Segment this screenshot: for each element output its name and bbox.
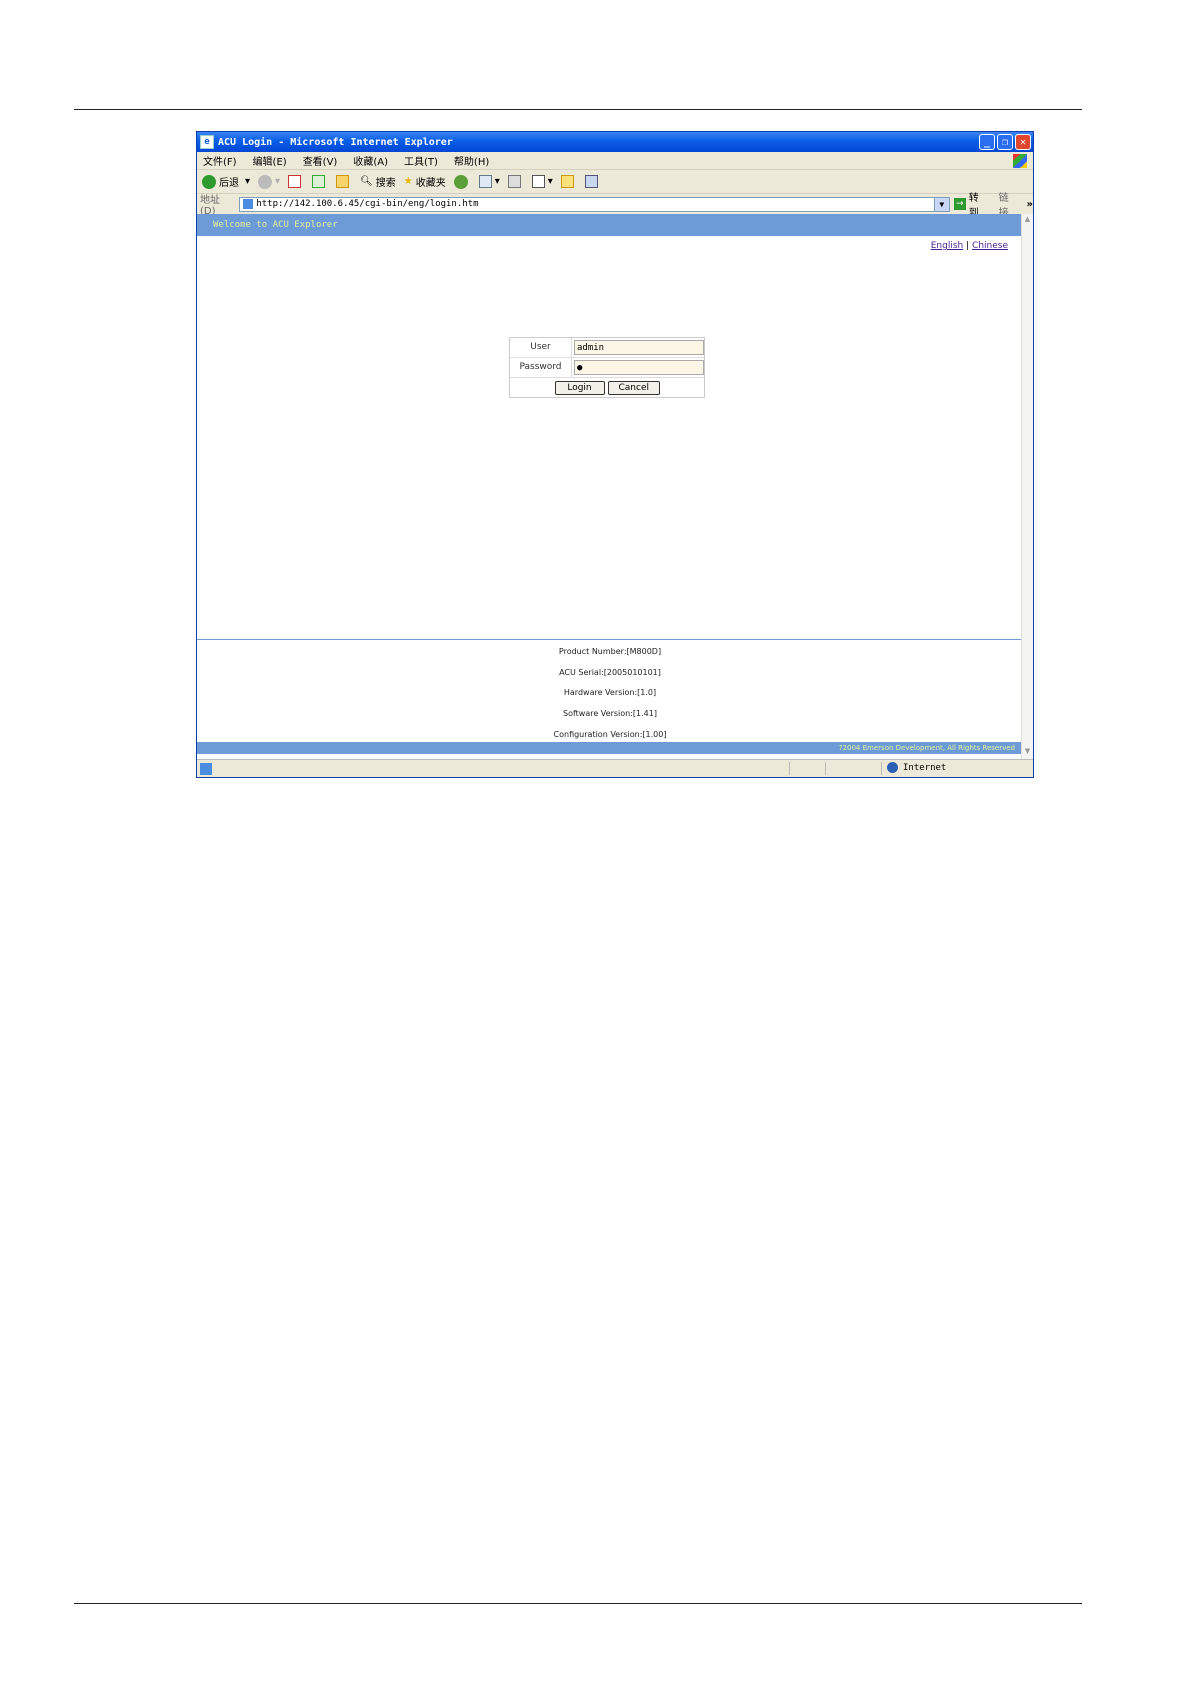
- messenger-icon: [584, 175, 598, 188]
- acu-serial: ACU Serial:[2005010101]: [559, 668, 661, 677]
- language-switcher: English | Chinese: [931, 241, 1008, 251]
- ie-page-icon: e: [200, 135, 214, 149]
- password-label: Password: [510, 358, 572, 377]
- search-icon: 🔍︎: [360, 176, 373, 187]
- maximize-button[interactable]: ❐: [997, 134, 1013, 150]
- menu-help[interactable]: 帮助(H): [454, 153, 489, 168]
- menu-file[interactable]: 文件(F): [203, 153, 237, 168]
- messenger-button[interactable]: [584, 175, 601, 188]
- menu-view[interactable]: 查看(V): [303, 153, 338, 168]
- welcome-banner: Welcome to ACU Explorer: [197, 214, 1023, 236]
- discuss-button[interactable]: [560, 175, 577, 188]
- lang-chinese-link[interactable]: Chinese: [972, 241, 1008, 251]
- password-input[interactable]: [574, 360, 704, 375]
- edit-dropdown-icon: ▾: [547, 176, 553, 187]
- window-title: ACU Login - Microsoft Internet Explorer: [218, 136, 453, 148]
- user-row: User: [510, 338, 704, 358]
- software-version: Software Version:[1.41]: [563, 709, 657, 718]
- scroll-up-icon[interactable]: ▲: [1022, 215, 1033, 226]
- edit-button[interactable]: ▾: [531, 175, 553, 188]
- go-arrow-icon: →: [953, 198, 966, 210]
- search-button[interactable]: 🔍︎ 搜索: [360, 174, 396, 189]
- status-bar: Internet: [197, 759, 1033, 777]
- refresh-button[interactable]: [312, 175, 328, 188]
- login-button[interactable]: Login: [554, 381, 605, 395]
- back-dropdown-icon: ▾: [245, 176, 251, 187]
- print-button[interactable]: [507, 175, 524, 188]
- product-number: Product Number:[M800D]: [558, 647, 662, 656]
- address-field[interactable]: http://142.100.6.45/cgi-bin/eng/login.ht…: [239, 196, 950, 212]
- links-chevron-icon[interactable]: »: [1027, 199, 1033, 210]
- footer-divider: [197, 639, 1023, 640]
- cancel-button[interactable]: Cancel: [607, 381, 660, 395]
- forward-arrow-icon: [258, 174, 273, 189]
- globe-icon: [887, 762, 898, 773]
- document-bottom-rule: [74, 1603, 1082, 1604]
- home-button[interactable]: [336, 175, 352, 188]
- page-icon: [243, 199, 254, 209]
- login-form: User Password Login Cancel: [509, 337, 705, 398]
- menu-edit[interactable]: 编辑(E): [253, 153, 287, 168]
- history-icon: [453, 174, 468, 189]
- menu-tools[interactable]: 工具(T): [404, 153, 438, 168]
- forward-button[interactable]: ▾: [258, 174, 281, 189]
- forward-dropdown-icon: ▾: [275, 176, 281, 187]
- refresh-icon: [312, 175, 326, 188]
- user-input[interactable]: [574, 340, 704, 355]
- menu-favorites[interactable]: 收藏(A): [353, 153, 388, 168]
- back-button[interactable]: 后退 ▾: [202, 174, 250, 189]
- print-icon: [507, 175, 521, 188]
- toolbar: 后退 ▾ ▾ 🔍︎ 搜索 ★ 收藏夹 ▾ ▾: [197, 170, 1033, 194]
- status-divider: [789, 762, 790, 775]
- user-label: User: [510, 338, 572, 357]
- login-buttons: Login Cancel: [510, 378, 704, 398]
- copyright-banner: ?2004 Emerson Development, All Rights Re…: [197, 742, 1023, 754]
- lang-english-link[interactable]: English: [931, 241, 964, 251]
- password-row: Password: [510, 358, 704, 378]
- star-icon: ★: [403, 176, 413, 187]
- stop-button[interactable]: [288, 175, 304, 188]
- stop-icon: [288, 175, 302, 188]
- minimize-button[interactable]: _: [979, 134, 995, 150]
- scroll-down-icon[interactable]: ▼: [1022, 747, 1033, 758]
- edit-icon: [531, 175, 545, 188]
- menu-bar: 文件(F) 编辑(E) 查看(V) 收藏(A) 工具(T) 帮助(H): [197, 152, 1033, 170]
- favorites-button[interactable]: ★ 收藏夹: [404, 174, 446, 189]
- mail-button[interactable]: ▾: [478, 175, 500, 188]
- history-button[interactable]: [453, 174, 471, 189]
- configuration-version: Configuration Version:[1.00]: [553, 730, 667, 739]
- home-icon: [336, 175, 350, 188]
- mail-icon: [478, 175, 492, 188]
- mail-dropdown-icon: ▾: [494, 176, 500, 187]
- zone-label: Internet: [903, 762, 947, 773]
- window-controls: _ ❐ ✕: [979, 134, 1031, 150]
- status-divider: [825, 762, 826, 775]
- hardware-version: Hardware Version:[1.0]: [563, 688, 657, 697]
- windows-logo-icon: [1013, 154, 1027, 168]
- close-button[interactable]: ✕: [1015, 134, 1031, 150]
- back-label: 后退: [219, 178, 239, 189]
- security-zone: Internet: [887, 762, 946, 773]
- page-viewport: Welcome to ACU Explorer English | Chines…: [197, 214, 1023, 759]
- lang-separator: |: [966, 241, 970, 251]
- vertical-scrollbar[interactable]: ▲ ▼: [1021, 214, 1033, 759]
- search-label: 搜索: [375, 178, 396, 189]
- document-top-rule: [74, 109, 1082, 110]
- page-status-icon: [200, 762, 212, 775]
- browser-window: e ACU Login - Microsoft Internet Explore…: [196, 131, 1034, 778]
- status-divider: [881, 762, 882, 775]
- back-arrow-icon: [202, 174, 216, 189]
- folder-icon: [560, 175, 574, 188]
- title-bar[interactable]: e ACU Login - Microsoft Internet Explore…: [197, 132, 1033, 152]
- favorites-label: 收藏夹: [415, 178, 446, 189]
- address-url: http://142.100.6.45/cgi-bin/eng/login.ht…: [256, 199, 479, 209]
- address-dropdown-icon[interactable]: ▼: [933, 197, 949, 211]
- address-bar: 地址(D) http://142.100.6.45/cgi-bin/eng/lo…: [197, 193, 1033, 219]
